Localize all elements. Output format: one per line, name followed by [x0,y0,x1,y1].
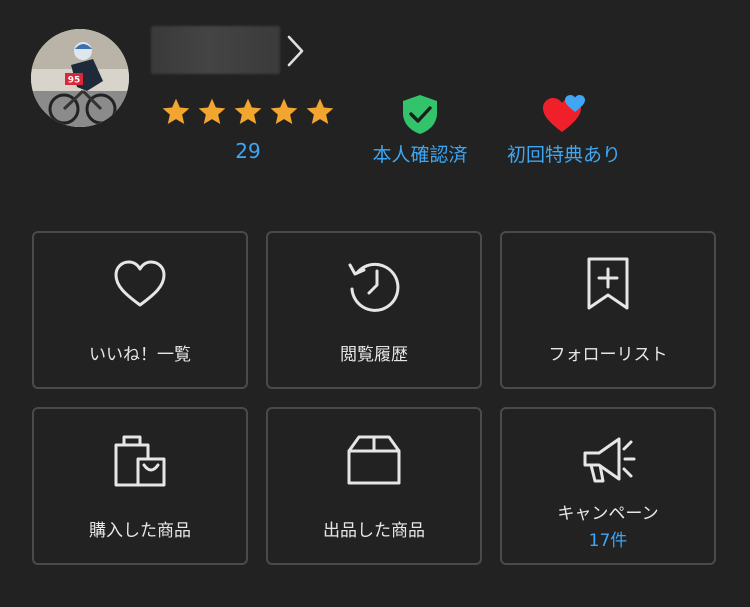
star-icon [306,98,334,124]
verified-shield-icon [403,95,437,134]
tile-history[interactable]: 閲覧履歴 [266,231,482,389]
username-blurred[interactable] [151,26,280,74]
tile-likes-label: いいね！一覧 [89,345,191,365]
megaphone-icon [583,437,636,483]
tile-listed[interactable]: 出品した商品 [266,407,482,565]
chevron-right-icon[interactable] [284,34,306,68]
tile-history-label: 閲覧履歴 [340,345,408,365]
first-time-bonus-label[interactable]: 初回特典あり [500,140,628,167]
star-icon [270,98,298,124]
history-clock-icon [348,262,400,312]
tile-campaign[interactable]: キャンペーン 17件 [500,407,716,565]
bookmark-plus-icon [587,257,629,310]
verified-label[interactable]: 本人確認済 [360,140,480,167]
star-icon [162,98,190,124]
shopping-bags-icon [114,435,166,487]
box-icon [347,435,401,485]
tile-follow-list[interactable]: フォローリスト [500,231,716,389]
tile-purchased[interactable]: 購入した商品 [32,407,248,565]
campaign-count: 17件 [588,531,628,551]
tile-likes[interactable]: いいね！一覧 [32,231,248,389]
double-heart-icon [543,95,585,132]
star-icon [234,98,262,124]
tile-purchased-label: 購入した商品 [89,521,191,541]
star-icon [198,98,226,124]
tile-campaign-label: キャンペーン [557,504,659,524]
tile-follow-list-label: フォローリスト [548,345,668,365]
heart-outline-icon [114,260,166,307]
avatar[interactable]: 95 [31,29,129,127]
race-number: 95 [68,76,81,86]
tile-listed-label: 出品した商品 [323,521,425,541]
rating-count[interactable]: 29 [218,139,278,163]
rating-stars[interactable] [160,96,336,128]
